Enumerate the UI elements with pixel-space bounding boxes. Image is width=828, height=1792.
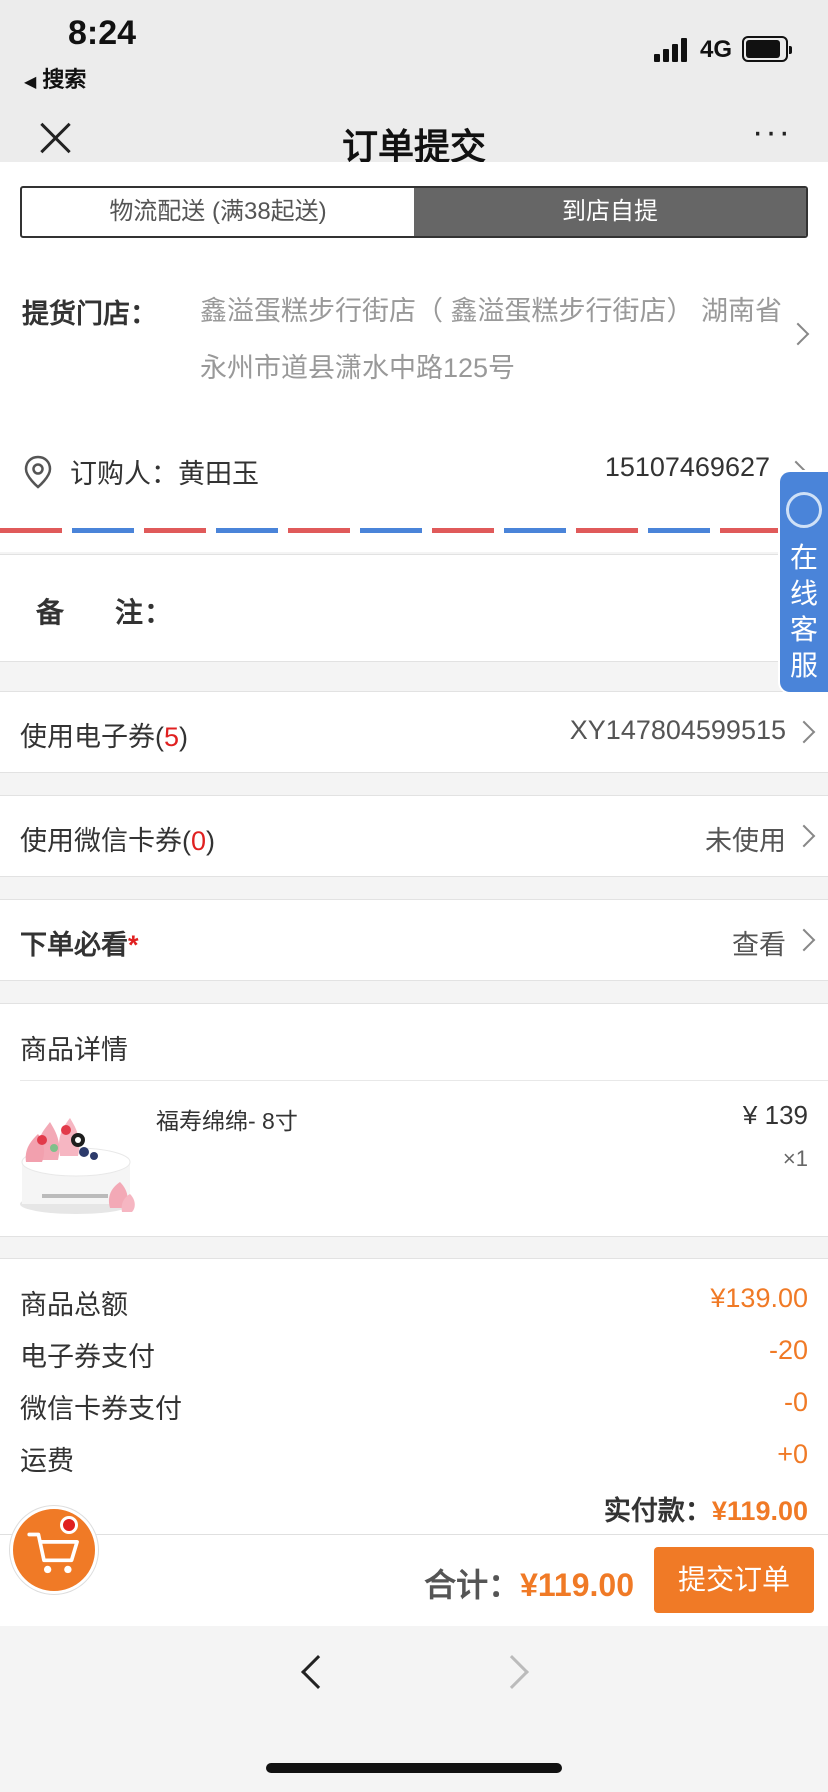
summary-label: 微信卡券支付 [20, 1394, 182, 1424]
e-coupon-label: 使用电子券(5) [20, 722, 189, 752]
customer-service-label: 在线客服 [789, 542, 818, 681]
order-notice-row[interactable]: 下单必看* 查看 [0, 899, 828, 981]
goods-quantity: ×1 [782, 1146, 808, 1171]
status-time: 8:24 [68, 14, 137, 52]
e-coupon-value: XY147804599515 [569, 715, 786, 745]
summary-label: 商品总额 [20, 1290, 128, 1320]
goods-details-title: 商品详情 [20, 1035, 128, 1065]
cake-product-image[interactable] [18, 1100, 142, 1218]
pickup-store-address[interactable]: 鑫溢蛋糕步行街店（ 鑫溢蛋糕步行街店） 湖南省永州市道县潇水中路125号 [200, 283, 808, 397]
wechat-card-value: 未使用 [705, 826, 786, 856]
buyer-name: 订购人：黄田玉 [70, 459, 259, 489]
e-coupon-row[interactable]: 使用电子券(5) XY147804599515 [0, 691, 828, 773]
chevron-right-icon [792, 928, 816, 952]
pickup-store-label: 提货门店： [22, 299, 157, 329]
summary-value: -20 [768, 1335, 808, 1365]
headset-icon [786, 492, 822, 528]
tab-logistics-delivery[interactable]: 物流配送 (满38起送) [22, 188, 414, 236]
order-total: 合计：¥119.00 [424, 1567, 634, 1603]
signal-icon [654, 38, 690, 62]
summary-value: +0 [777, 1439, 808, 1469]
summary-label: 电子券支付 [20, 1342, 155, 1372]
price-summary: 商品总额 ¥139.00 电子券支付 -20 微信卡券支付 -0 运费 +0 实… [0, 1258, 828, 1534]
submit-order-button[interactable]: 提交订单 [654, 1547, 814, 1613]
back-triangle-icon: ◀ [24, 74, 37, 91]
wechat-card-row[interactable]: 使用微信卡券(0) 未使用 [0, 795, 828, 877]
goods-price: ¥ 139 [742, 1100, 808, 1130]
remark-row[interactable]: 备注： [0, 554, 828, 662]
goods-name[interactable]: 福寿绵绵- 8寸 [156, 1102, 298, 1136]
cart-badge-dot [60, 1516, 78, 1534]
summary-label: 运费 [20, 1446, 74, 1476]
wechat-card-label: 使用微信卡券(0) [20, 826, 216, 856]
remark-label: 备注： [36, 597, 174, 628]
divider [20, 1080, 828, 1081]
summary-value: ¥139.00 [710, 1283, 808, 1313]
cart-button[interactable] [10, 1506, 98, 1594]
battery-icon [742, 36, 792, 62]
order-notice-label: 下单必看* [20, 930, 139, 960]
chevron-right-icon [792, 824, 816, 848]
goods-details-section: 商品详情 福寿绵绵- 8寸 ¥ 139 ×1 [0, 1003, 828, 1237]
order-notice-view: 查看 [732, 930, 786, 960]
cart-icon [27, 1532, 79, 1574]
amount-paid: 实付款：¥119.00 [603, 1496, 808, 1526]
location-pin-icon [24, 455, 52, 489]
more-options-button[interactable]: ··· [750, 115, 794, 154]
back-to-search-link[interactable]: ◀ 搜索 [24, 62, 86, 94]
buyer-phone: 15107469627 [604, 452, 770, 482]
home-indicator [266, 1763, 562, 1773]
back-search-label: 搜索 [42, 67, 87, 92]
network-type: 4G [700, 36, 733, 63]
delivery-tabs: 物流配送 (满38起送) 到店自提 [20, 186, 808, 238]
tab-store-pickup[interactable]: 到店自提 [414, 188, 806, 236]
chevron-right-icon [792, 720, 816, 744]
envelope-stripe-divider [0, 528, 828, 533]
summary-value: -0 [783, 1387, 808, 1417]
